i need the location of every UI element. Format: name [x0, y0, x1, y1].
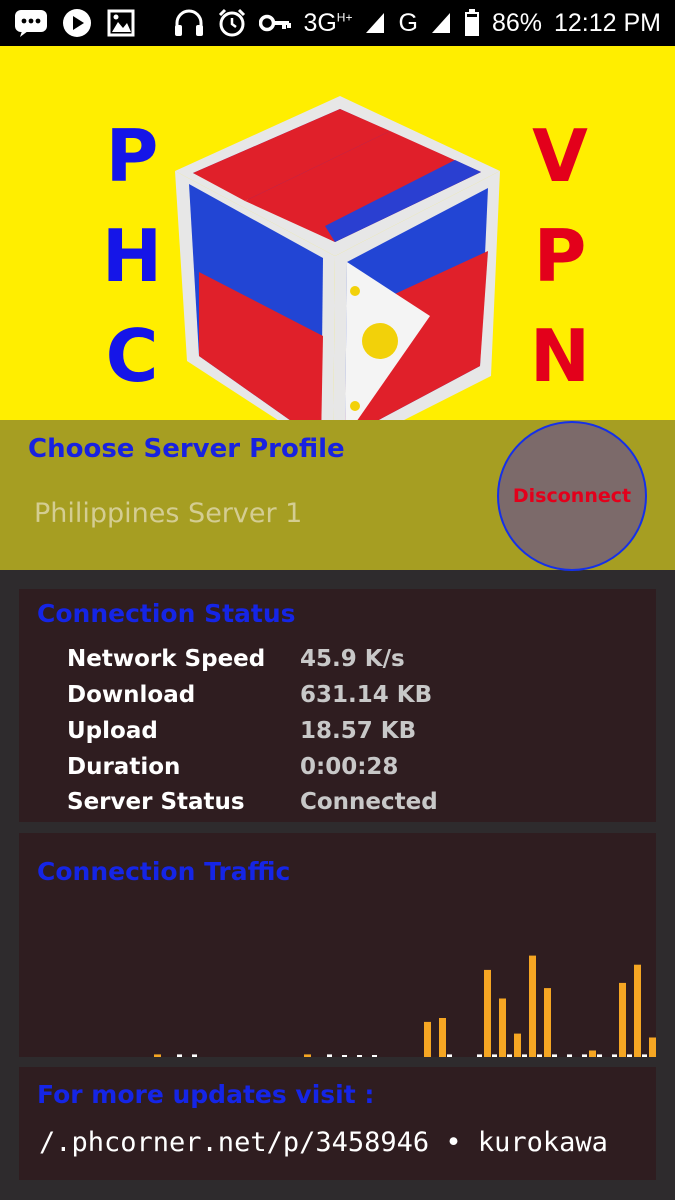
status-bar: 3GH+ G 86% 12:12 PM: [0, 0, 675, 46]
logo-letter: V: [532, 114, 588, 198]
updates-link[interactable]: /.phcorner.net/p/3458946 • kurokawa: [39, 1127, 608, 1158]
logo-letters-right: V P N: [525, 106, 595, 406]
stat-label: Server Status: [67, 789, 245, 815]
traffic-bar-upload: [642, 1054, 647, 1057]
logo-letter: H: [101, 214, 163, 298]
traffic-bar-upload: [492, 1054, 497, 1057]
traffic-bar-upload: [192, 1054, 197, 1057]
image-icon: [106, 8, 136, 38]
stat-value: 45.9 K/s: [300, 646, 405, 672]
traffic-bar-download: [154, 1054, 161, 1057]
stat-row-duration: Duration 0:00:28: [67, 754, 627, 790]
traffic-bar-upload: [582, 1054, 587, 1057]
traffic-bar-upload: [567, 1054, 572, 1057]
logo-letter: P: [105, 114, 159, 198]
network-type-g: G: [398, 8, 418, 37]
stat-label: Download: [67, 682, 196, 708]
stat-row-upload: Upload 18.57 KB: [67, 718, 627, 754]
vpn-key-icon: [259, 12, 292, 34]
traffic-bar-download: [514, 1033, 521, 1057]
traffic-chart: [154, 955, 656, 1057]
network-type-hplus: H+: [336, 10, 353, 25]
traffic-bar-upload: [357, 1055, 362, 1057]
stat-label: Upload: [67, 718, 158, 744]
battery-icon: [464, 9, 480, 37]
play-icon: [62, 8, 92, 38]
stat-row-server-status: Server Status Connected: [67, 789, 627, 825]
traffic-bar-upload: [177, 1054, 182, 1057]
disconnect-button[interactable]: Disconnect: [497, 421, 647, 571]
connection-status-title: Connection Status: [37, 599, 296, 628]
message-icon: [14, 8, 48, 38]
battery-percent: 86%: [491, 8, 542, 37]
stat-row-network-speed: Network Speed 45.9 K/s: [67, 646, 627, 682]
traffic-bar-upload: [327, 1054, 332, 1057]
traffic-bar-upload: [522, 1054, 527, 1057]
traffic-bar-upload: [552, 1054, 557, 1057]
traffic-bar-upload: [597, 1054, 602, 1057]
traffic-bar-upload: [372, 1055, 377, 1057]
stat-row-download: Download 631.14 KB: [67, 682, 627, 718]
headphones-icon: [173, 9, 205, 37]
stat-value: 631.14 KB: [300, 682, 433, 708]
traffic-bar-upload: [342, 1055, 347, 1057]
logo-letters-left: P H C: [102, 106, 162, 406]
updates-card: For more updates visit : /.phcorner.net/…: [19, 1067, 656, 1180]
stat-value: Connected: [300, 789, 438, 815]
stat-label: Duration: [67, 754, 181, 780]
traffic-bar-download: [424, 1021, 431, 1057]
logo-letter: C: [105, 314, 159, 398]
logo-letter: P: [533, 214, 587, 298]
signal-icon: [364, 11, 386, 35]
traffic-bar-upload: [447, 1054, 452, 1057]
traffic-bar-upload: [612, 1054, 617, 1057]
connection-status-card: Connection Status Network Speed 45.9 K/s…: [19, 589, 656, 822]
network-type-3g: 3G: [303, 8, 337, 37]
philippine-flag-cube-logo: [175, 96, 500, 420]
stat-value: 0:00:28: [300, 754, 399, 780]
traffic-bar-upload: [477, 1054, 482, 1057]
traffic-bar-download: [304, 1054, 311, 1057]
signal-icon-2: [430, 11, 452, 35]
traffic-bar-download: [529, 955, 536, 1057]
stat-label: Network Speed: [67, 646, 266, 672]
traffic-bar-download: [619, 982, 626, 1057]
clock: 12:12 PM: [553, 8, 661, 37]
server-profile-panel: Choose Server Profile Philippines Server…: [0, 420, 675, 571]
traffic-bar-upload: [627, 1054, 632, 1057]
traffic-bar-download: [499, 998, 506, 1057]
connection-traffic-card: Connection Traffic: [19, 833, 656, 1057]
traffic-bar-download: [649, 1037, 656, 1057]
server-profile-title: Choose Server Profile: [28, 434, 345, 464]
traffic-bar-upload: [537, 1054, 542, 1057]
traffic-bar-download: [439, 1018, 446, 1057]
alarm-icon: [217, 8, 247, 38]
traffic-bar-download: [634, 964, 641, 1057]
logo-letter: N: [529, 314, 591, 398]
app-banner: P H C V P N: [0, 46, 675, 420]
traffic-bar-upload: [507, 1054, 512, 1057]
stat-value: 18.57 KB: [300, 718, 417, 744]
traffic-bar-download: [484, 969, 491, 1057]
traffic-bar-download: [544, 988, 551, 1057]
updates-title: For more updates visit :: [37, 1080, 375, 1109]
traffic-bar-download: [589, 1050, 596, 1057]
server-profile-select[interactable]: Philippines Server 1: [34, 498, 302, 529]
